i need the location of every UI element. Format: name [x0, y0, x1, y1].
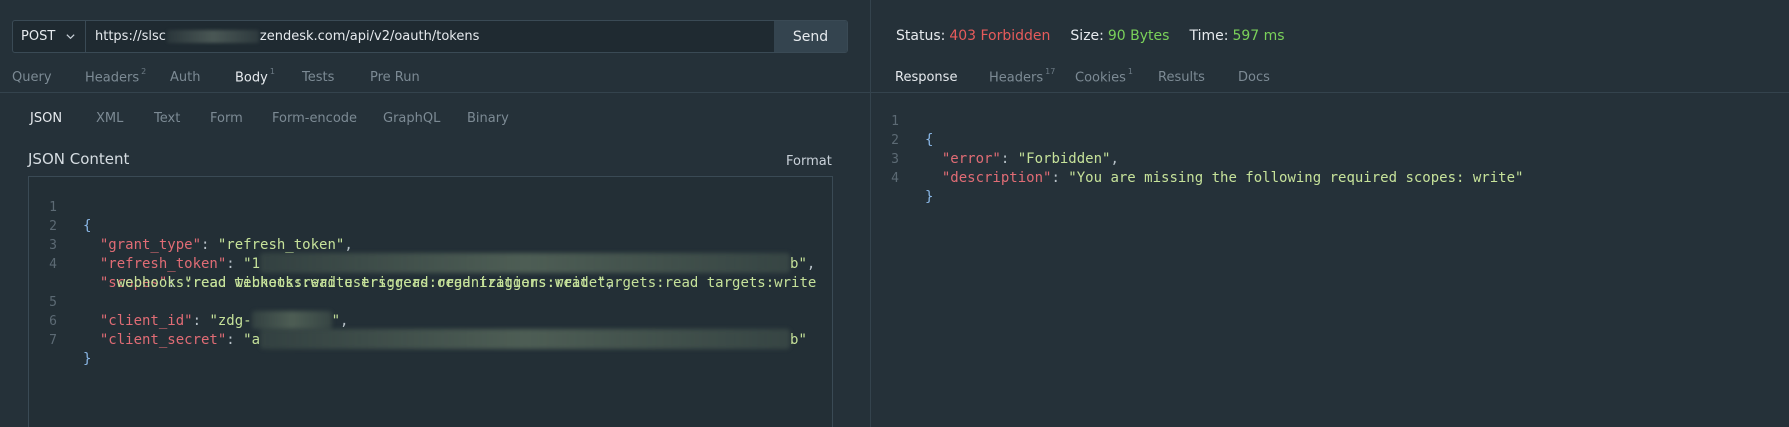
tab-results[interactable]: Results — [1158, 70, 1238, 85]
tab-divider — [0, 92, 870, 93]
request-body-editor[interactable]: 1 { 2 "grant_type": "refresh_token", 3 "… — [28, 176, 833, 427]
response-status-row: Status: 403 Forbidden Size: 90 Bytes Tim… — [896, 28, 1305, 44]
body-type-form[interactable]: Form — [210, 111, 272, 126]
tab-pre-run[interactable]: Pre Run — [370, 70, 450, 85]
tab-query[interactable]: Query — [12, 70, 85, 85]
body-type-form-encode[interactable]: Form-encode — [272, 111, 383, 126]
request-tabs: Query Headers 2 Auth Body 1 Tests Pre Run — [12, 62, 450, 92]
code-line: 2 "error": "Forbidden", — [891, 133, 1119, 167]
request-pane: POST https://slsc zendesk.com/api/v2/oau… — [0, 0, 870, 427]
code-line: 5 "client_id": "zdg- ", — [49, 295, 349, 329]
method-select[interactable]: POST — [13, 21, 86, 52]
code-line: 1 { — [891, 114, 934, 148]
body-type-json[interactable]: JSON — [30, 111, 96, 126]
chevron-down-icon — [66, 34, 75, 40]
url-bar: POST https://slsc zendesk.com/api/v2/oau… — [12, 20, 848, 53]
json-content-label: JSON Content — [28, 150, 130, 168]
redacted-secret — [260, 328, 791, 349]
code-line-wrap: webhooks:read webhooks:write triggers:re… — [116, 275, 615, 291]
code-line: 4 } — [891, 171, 934, 205]
body-type-graphql[interactable]: GraphQL — [383, 111, 467, 126]
status-value: 403 Forbidden — [949, 28, 1051, 44]
format-button[interactable]: Format — [786, 154, 832, 169]
code-line: 4 "scopes": "read tickets:read users:rea… — [49, 257, 817, 291]
time-label: Time: — [1189, 28, 1229, 44]
code-line: 7 } — [49, 333, 92, 367]
tab-response-headers[interactable]: Headers 17 — [989, 67, 1075, 85]
tab-cookies[interactable]: Cookies 1 — [1075, 67, 1158, 85]
response-tabs: Response Headers 17 Cookies 1 Results Docs — [895, 62, 1298, 92]
send-button[interactable]: Send — [774, 21, 847, 52]
tab-headers[interactable]: Headers 2 — [85, 67, 170, 85]
tab-auth[interactable]: Auth — [170, 70, 235, 85]
tab-body[interactable]: Body 1 — [235, 67, 302, 85]
response-pane: Status: 403 Forbidden Size: 90 Bytes Tim… — [871, 0, 1789, 427]
tab-docs[interactable]: Docs — [1238, 70, 1298, 85]
url-prefix: https://slsc — [95, 29, 166, 44]
body-type-xml[interactable]: XML — [96, 111, 154, 126]
code-line: 3 "description": "You are missing the fo… — [891, 152, 1524, 186]
method-label: POST — [21, 29, 56, 44]
code-line: 3 "refresh_token": "1 b", — [49, 238, 816, 273]
redacted-url-segment — [166, 30, 259, 43]
code-line: 6 "client_secret": "a b" — [49, 314, 807, 349]
url-suffix: zendesk.com/api/v2/oauth/tokens — [259, 29, 480, 44]
size-value: 90 Bytes — [1107, 28, 1170, 44]
tab-response[interactable]: Response — [895, 70, 989, 85]
body-type-binary[interactable]: Binary — [467, 111, 527, 126]
body-type-tabs: JSON XML Text Form Form-encode GraphQL B… — [30, 106, 527, 130]
tab-tests[interactable]: Tests — [302, 70, 370, 85]
size-label: Size: — [1070, 28, 1104, 44]
time-value: 597 ms — [1232, 28, 1285, 44]
code-line: 1 { — [49, 200, 92, 234]
url-input[interactable]: https://slsc zendesk.com/api/v2/oauth/to… — [86, 21, 774, 52]
body-type-text[interactable]: Text — [154, 111, 210, 126]
code-line: 2 "grant_type": "refresh_token", — [49, 219, 353, 253]
status-label: Status: — [896, 28, 946, 44]
